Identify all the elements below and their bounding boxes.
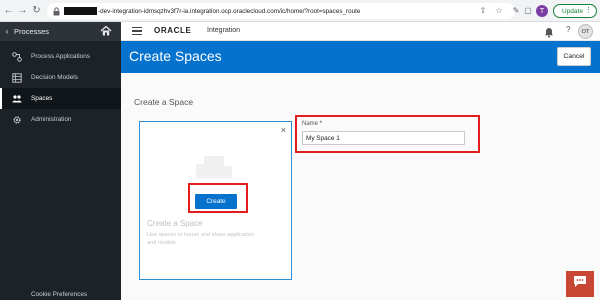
cancel-button[interactable]: Cancel — [557, 47, 591, 66]
close-icon[interactable]: × — [281, 125, 286, 135]
page-header: Create Spaces Cancel — [121, 41, 600, 73]
chat-icon — [573, 275, 587, 293]
screen: ← → ↻ -dev-integration-idmsqzhv3f7r-ia.i… — [0, 0, 600, 300]
back-arrow-icon[interactable]: ← — [3, 4, 14, 18]
bell-icon[interactable] — [544, 25, 554, 38]
sidebar-item-spaces[interactable]: Spaces — [0, 88, 121, 109]
oracle-logo: ORACLE — [154, 26, 192, 35]
name-field-highlight — [295, 115, 480, 153]
share-icon[interactable]: ⇧ — [478, 4, 488, 16]
help-icon[interactable]: ? — [566, 25, 570, 34]
lock-icon — [53, 6, 60, 16]
profile-avatar[interactable]: T — [536, 5, 548, 17]
sidebar-item-label: Spaces — [31, 95, 53, 102]
user-avatar[interactable]: OT — [578, 24, 593, 39]
page-title: Create Spaces — [129, 48, 222, 64]
home-icon[interactable] — [100, 25, 112, 37]
sidebar-item-label: Decision Models — [31, 74, 78, 81]
sidebar-item-administration[interactable]: Administration — [0, 109, 121, 130]
space-illustration-icon — [196, 152, 232, 182]
main-content: Create a Space × Create Create a Space U… — [121, 73, 600, 300]
address-bar[interactable]: -dev-integration-idmsqzhv3f7r-ia.integra… — [47, 3, 515, 19]
spaces-icon — [12, 94, 22, 104]
chevron-left-icon[interactable]: ‹ — [0, 27, 14, 36]
cookie-preferences-link[interactable]: Cookie Preferences — [31, 291, 87, 298]
star-icon[interactable]: ☆ — [494, 4, 504, 16]
update-label: Update — [562, 7, 583, 15]
create-button-highlight — [188, 183, 248, 213]
process-app-icon — [12, 51, 22, 62]
update-button[interactable]: Update ⋮ — [553, 4, 597, 18]
menu-dots-icon: ⋮ — [585, 7, 592, 14]
card-description: Use spaces to house and share applicatio… — [147, 232, 254, 246]
forward-arrow-icon[interactable]: → — [17, 4, 28, 18]
extensions-icon[interactable]: ✎ — [511, 4, 521, 16]
decision-model-icon — [12, 72, 22, 83]
url-text: -dev-integration-idmsqzhv3f7r-ia.integra… — [98, 7, 361, 15]
chat-button[interactable] — [566, 271, 594, 297]
sidebar-title: Processes — [14, 27, 50, 36]
sidebar-item-process-applications[interactable]: Process Applications — [0, 46, 121, 67]
browser-toolbar: ← → ↻ -dev-integration-idmsqzhv3f7r-ia.i… — [0, 0, 600, 22]
reload-icon[interactable]: ↻ — [31, 4, 42, 18]
hamburger-menu-icon[interactable] — [132, 27, 142, 35]
redacted-text — [64, 7, 97, 15]
sidebar-item-label: Process Applications — [31, 53, 90, 60]
sidebar-item-label: Administration — [31, 116, 72, 123]
app-bar: ORACLE Integration ? OT — [121, 22, 600, 41]
sidebar-header: ‹ Processes — [0, 22, 121, 41]
card-title: Create a Space — [147, 219, 203, 228]
gear-icon — [12, 115, 22, 125]
sidepanel-icon[interactable]: ▢ — [523, 4, 533, 16]
sidebar-item-decision-models[interactable]: Decision Models — [0, 67, 121, 88]
sidebar: ‹ Processes Process Applications Decisio… — [0, 22, 121, 300]
section-title: Create a Space — [134, 97, 194, 107]
product-name: Integration — [207, 27, 241, 34]
